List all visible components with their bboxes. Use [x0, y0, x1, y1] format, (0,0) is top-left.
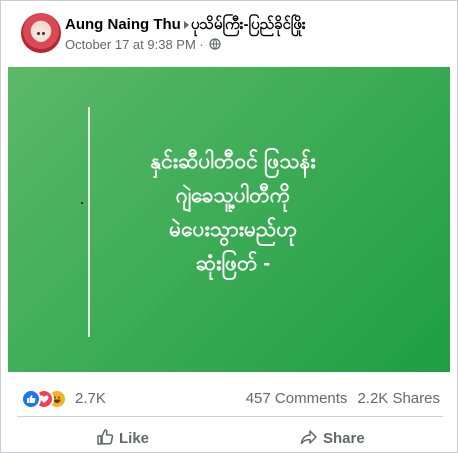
image-text-line: မဲပေးသွားမည်ဟု [169, 218, 297, 241]
arrow-right-icon [183, 20, 189, 29]
globe-icon[interactable] [209, 38, 222, 53]
image-text-line: ဆုံးဖြတ် - [195, 252, 271, 275]
image-text-line: နှင်းဆီပါတီဝင် ဖြသန်း [150, 150, 316, 173]
group-name[interactable]: ပုသိမ်ကြီး-ပြည်ခိုင်ဖြိုး [191, 16, 306, 33]
post-header: Aung Naing Thu ပုသိမ်ကြီး-ပြည်ခိုင်ဖြိုး … [9, 7, 449, 59]
like-icon [21, 389, 41, 409]
share-icon [300, 430, 317, 445]
divider [17, 416, 443, 417]
shares-count[interactable]: 2.2K Shares [357, 390, 440, 407]
like-label: Like [119, 430, 150, 447]
share-button[interactable]: Share [300, 428, 365, 447]
post-meta: October 17 at 9:38 PM · [65, 37, 222, 53]
image-text-line: ဂျဲခေသူ့ပါတီကို [175, 184, 291, 207]
avatar[interactable] [21, 13, 61, 53]
post-stats: 457 Comments 2.2K Shares [246, 390, 440, 407]
like-button[interactable]: Like [96, 428, 149, 447]
share-label: Share [323, 430, 365, 447]
author-name[interactable]: Aung Naing Thu [65, 16, 181, 33]
post-timestamp[interactable]: October 17 at 9:38 PM [65, 37, 196, 52]
meta-separator: · [199, 37, 204, 52]
post-image[interactable]: နှင်းဆီပါတီဝင် ဖြသန်း ဂျဲခေသူ့ပါတီကို မဲ… [8, 67, 450, 372]
comments-count[interactable]: 457 Comments [246, 390, 348, 407]
post-card: Aung Naing Thu ပုသိမ်ကြီး-ပြည်ခိုင်ဖြိုး … [0, 0, 458, 453]
post-image-text: နှင်းဆီပါတီဝင် ဖြသန်း ဂျဲခေသူ့ပါတီကို မဲ… [90, 145, 376, 281]
reaction-count: 2.7K [75, 390, 106, 407]
decorative-dot [81, 202, 83, 204]
thumbs-up-icon [97, 429, 114, 445]
author-line: Aung Naing Thu ပုသိမ်ကြီး-ပြည်ခိုင်ဖြိုး [65, 15, 306, 37]
